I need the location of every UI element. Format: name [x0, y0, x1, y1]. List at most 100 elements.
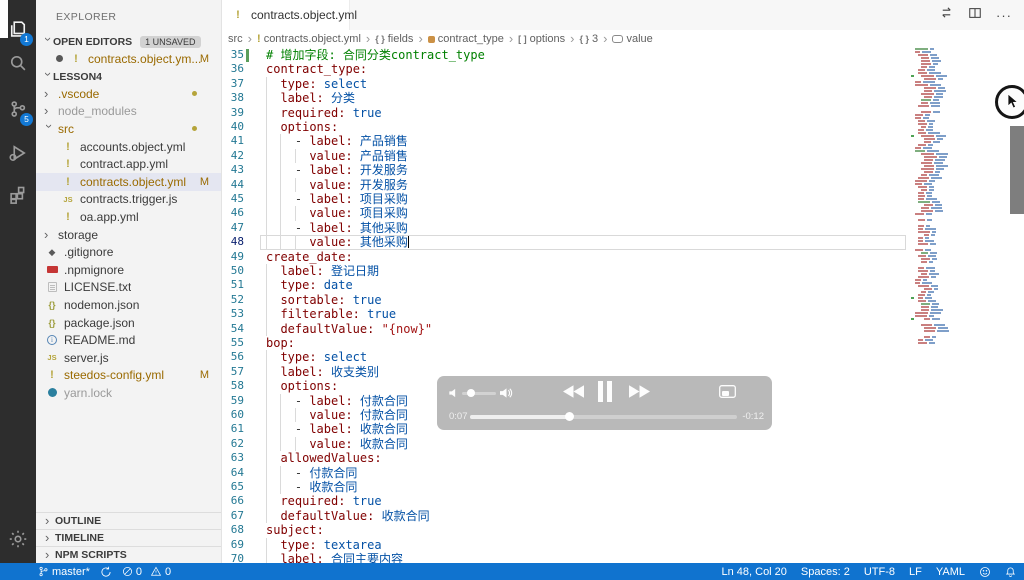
code-line-41[interactable]: 41 - label: 产品销售: [222, 134, 1024, 149]
breadcrumb-options[interactable]: [ ] options: [518, 33, 565, 45]
tree-item-nodemon-json[interactable]: {} nodemon.json: [36, 296, 221, 314]
git-branch-status[interactable]: master*: [38, 565, 90, 578]
editor-scrollbar[interactable]: [1010, 48, 1024, 563]
sync-icon: [101, 566, 111, 577]
yaml-file-icon: !: [66, 140, 70, 153]
breadcrumb-src[interactable]: src: [228, 33, 243, 45]
code-line-62[interactable]: 62 value: 收款合同: [222, 436, 1024, 452]
error-icon: [122, 566, 132, 577]
tree-item-accounts-object-yml[interactable]: ! accounts.object.yml: [36, 138, 221, 156]
more-actions-icon[interactable]: ···: [996, 8, 1012, 23]
settings-gear-icon[interactable]: [0, 522, 36, 556]
shrink-icon[interactable]: [749, 385, 763, 403]
code-line-35[interactable]: 35 # 增加字段: 合同分类contract_type: [222, 48, 1024, 62]
tree-item-contracts-object-yml[interactable]: ! contracts.object.yml M: [36, 173, 221, 191]
feedback-icon[interactable]: [979, 566, 991, 578]
code-line-37[interactable]: 37 type: select: [222, 76, 1024, 92]
code-line-43[interactable]: 43 - label: 开发服务: [222, 163, 1024, 178]
tree-item--npmignore[interactable]: .npmignore: [36, 261, 221, 279]
code-line-45[interactable]: 45 - label: 项目采购: [222, 192, 1024, 207]
progress-knob[interactable]: [564, 412, 574, 421]
code-line-42[interactable]: 42 value: 产品销售: [222, 148, 1024, 164]
breadcrumb-3[interactable]: { } 3: [580, 33, 599, 45]
code-line-39[interactable]: 39 required: true: [222, 105, 1024, 120]
activity-bar: 1 5: [0, 0, 36, 563]
extensions-icon[interactable]: [0, 178, 36, 212]
tab-contracts-object-yml[interactable]: ! contracts.object.yml: [222, 0, 357, 30]
code-line-47[interactable]: 47 - label: 其他采购: [222, 220, 1024, 236]
volume-knob[interactable]: [466, 389, 475, 397]
problems-status[interactable]: 0 0: [122, 566, 171, 578]
tree-item-steedos-config-yml[interactable]: ! steedos-config.yml M: [36, 367, 221, 385]
code-line-68[interactable]: 68 subject:: [222, 523, 1024, 537]
code-line-51[interactable]: 51 type: date: [222, 278, 1024, 293]
scrollbar-thumb[interactable]: [1010, 126, 1024, 214]
tree-item-yarn-lock[interactable]: yarn.lock: [36, 384, 221, 402]
volume-slider[interactable]: [449, 387, 513, 399]
npm-scripts-section[interactable]: › NPM SCRIPTS: [36, 546, 221, 563]
pause-button[interactable]: [597, 381, 613, 407]
tree-item-readme-md[interactable]: i README.md: [36, 331, 221, 349]
volume-track[interactable]: [462, 389, 496, 397]
tree-item--vscode[interactable]: › .vscode: [36, 85, 221, 103]
sync-button[interactable]: [100, 566, 112, 578]
tree-item-node-modules[interactable]: › node_modules: [36, 103, 221, 121]
code-line-67[interactable]: 67 defaultValue: 收款合同: [222, 508, 1024, 524]
tree-item-license-txt[interactable]: LICENSE.txt: [36, 279, 221, 297]
outline-section[interactable]: › OUTLINE: [36, 512, 221, 529]
split-editor-icon[interactable]: [968, 6, 982, 25]
search-icon[interactable]: [0, 46, 36, 80]
code-line-50[interactable]: 50 label: 登记日期: [222, 264, 1024, 279]
code-line-53[interactable]: 53 filterable: true: [222, 307, 1024, 322]
tree-item--gitignore[interactable]: ◆ .gitignore: [36, 243, 221, 261]
code-line-36[interactable]: 36 contract_type:: [222, 62, 1024, 76]
code-line-38[interactable]: 38 label: 分类: [222, 91, 1024, 106]
code-line-46[interactable]: 46 value: 项目采购: [222, 206, 1024, 221]
tree-item-contracts-trigger-js[interactable]: JS contracts.trigger.js: [36, 191, 221, 209]
rewind-button[interactable]: [563, 385, 584, 403]
code-line-65[interactable]: 65 - 收款合同: [222, 480, 1024, 495]
pip-icon[interactable]: [719, 385, 736, 403]
yaml-file-icon: !: [50, 369, 54, 382]
minimap[interactable]: [911, 48, 961, 348]
timeline-section[interactable]: › TIMELINE: [36, 529, 221, 546]
run-debug-icon[interactable]: [0, 136, 36, 170]
fast-forward-button[interactable]: [629, 385, 650, 403]
open-changes-icon[interactable]: [939, 5, 954, 25]
code-line-56[interactable]: 56 type: select: [222, 350, 1024, 365]
code-line-44[interactable]: 44 value: 开发服务: [222, 177, 1024, 192]
tree-item-oa-app-yml[interactable]: ! oa.app.yml: [36, 208, 221, 226]
code-line-54[interactable]: 54 defaultValue: "{now}": [222, 321, 1024, 336]
progress-bar[interactable]: [470, 412, 737, 421]
code-line-48[interactable]: 48 value: 其他采购: [222, 235, 1024, 250]
breadcrumb-file[interactable]: ! contracts.object.yml: [257, 33, 361, 45]
folder-section-header[interactable]: › LESSON4: [36, 68, 221, 85]
code-line-64[interactable]: 64 - 付款合同: [222, 465, 1024, 480]
code-line-66[interactable]: 66 required: true: [222, 494, 1024, 509]
code-line-63[interactable]: 63 allowedValues:: [222, 451, 1024, 466]
tree-item-src[interactable]: › src: [36, 120, 221, 138]
tree-item-package-json[interactable]: {} package.json: [36, 314, 221, 332]
tree-item-storage[interactable]: › storage: [36, 226, 221, 244]
open-editor-item[interactable]: ! contracts.object.ym... M: [36, 50, 221, 68]
code-editor[interactable]: 35 # 增加字段: 合同分类contract_type 36 contract_ty…: [222, 48, 1024, 563]
breadcrumb-value[interactable]: value: [612, 33, 653, 45]
encoding-status[interactable]: UTF-8: [864, 566, 895, 578]
breadcrumb-contract-type[interactable]: contract_type: [427, 33, 504, 45]
code-line-52[interactable]: 52 sortable: true: [222, 292, 1024, 308]
code-line-69[interactable]: 69 type: textarea: [222, 537, 1024, 552]
cursor-position[interactable]: Ln 48, Col 20: [721, 566, 786, 578]
tree-item-server-js[interactable]: JS server.js: [36, 349, 221, 367]
source-control-icon[interactable]: 5: [0, 92, 36, 126]
code-line-70[interactable]: 70 label: 合同主要内容: [222, 552, 1024, 563]
breadcrumb-fields[interactable]: { } fields: [375, 33, 413, 45]
bell-icon[interactable]: [1005, 566, 1016, 578]
code-line-49[interactable]: 49 create_date:: [222, 250, 1024, 264]
tree-item-contract-app-yml[interactable]: ! contract.app.yml: [36, 155, 221, 173]
code-line-40[interactable]: 40 options:: [222, 120, 1024, 135]
open-editors-header[interactable]: › OPEN EDITORS 1 UNSAVED: [36, 33, 221, 50]
language-mode[interactable]: YAML: [936, 566, 965, 578]
eol-status[interactable]: LF: [909, 566, 922, 578]
code-line-55[interactable]: 55 bop:: [222, 336, 1024, 350]
indentation-status[interactable]: Spaces: 2: [801, 566, 850, 578]
